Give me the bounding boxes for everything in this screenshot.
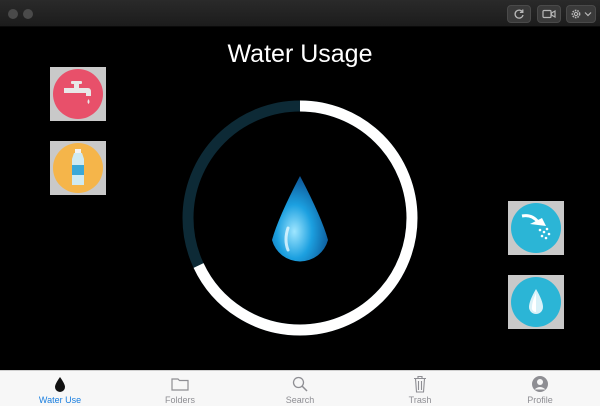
video-button[interactable] xyxy=(537,5,561,23)
folder-icon xyxy=(171,375,189,393)
settings-button[interactable] xyxy=(566,5,596,23)
tab-label: Search xyxy=(285,395,315,405)
tab-trash[interactable]: Trash xyxy=(360,371,480,406)
profile-icon xyxy=(531,375,549,393)
tab-label: Folders xyxy=(164,395,195,405)
water-drop-icon xyxy=(511,277,561,327)
refresh-button[interactable] xyxy=(507,5,531,23)
tab-label: Water Use xyxy=(38,395,82,405)
page-title: Water Usage xyxy=(227,40,373,68)
gear-icon xyxy=(571,9,581,19)
refresh-icon xyxy=(514,9,524,19)
water-drop-icon xyxy=(54,375,66,393)
water-bottle-icon xyxy=(53,143,103,193)
window-minimize-button[interactable] xyxy=(23,9,33,19)
tab-label: Trash xyxy=(408,395,432,405)
tab-profile[interactable]: Profile xyxy=(480,371,600,406)
tab-label: Profile xyxy=(527,395,553,405)
faucet-tile[interactable] xyxy=(50,67,106,121)
tab-search[interactable]: Search xyxy=(240,371,360,406)
chevron-down-icon xyxy=(584,12,592,17)
shower-tile[interactable] xyxy=(508,201,564,255)
search-icon xyxy=(292,375,308,393)
center-water-drop-icon xyxy=(272,176,328,262)
shower-icon xyxy=(511,203,561,253)
trash-icon xyxy=(413,375,427,393)
tab-bar: Water Use Folders Search Trash Profile xyxy=(0,370,600,406)
window-close-button[interactable] xyxy=(8,9,18,19)
video-icon xyxy=(542,9,556,19)
water-bottle-tile[interactable] xyxy=(50,141,106,195)
usage-gauge xyxy=(180,98,420,338)
water-drop-tile[interactable] xyxy=(508,275,564,329)
tab-folders[interactable]: Folders xyxy=(120,371,240,406)
tab-water-use[interactable]: Water Use xyxy=(0,371,120,406)
window-titlebar xyxy=(0,0,600,27)
faucet-icon xyxy=(53,69,103,119)
main-content: Water Usage xyxy=(0,28,600,370)
